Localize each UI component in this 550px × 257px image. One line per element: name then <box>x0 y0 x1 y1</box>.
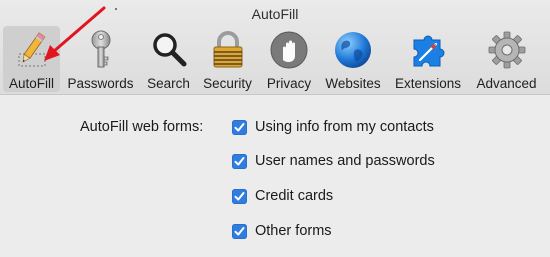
tab-websites[interactable]: Websites <box>320 26 386 92</box>
checkbox-credit-cards-row[interactable]: Credit cards <box>232 188 333 204</box>
checkbox-label: Other forms <box>255 223 332 239</box>
checkbox-usernames[interactable] <box>232 153 247 169</box>
puzzle-piece-icon <box>413 35 445 67</box>
tab-label: AutoFill <box>8 76 54 91</box>
tab-label: Passwords <box>67 76 134 91</box>
tab-security[interactable]: Security <box>198 26 257 92</box>
tab-label: Privacy <box>266 76 312 91</box>
gear-icon <box>488 31 525 69</box>
tab-label: Extensions <box>394 76 462 91</box>
checkbox-usernames-row[interactable]: User names and passwords <box>232 153 435 169</box>
checkmark-icon <box>234 156 245 165</box>
checkbox-label: User names and passwords <box>255 153 435 169</box>
tab-label: Advanced <box>476 76 537 91</box>
padlock-icon <box>213 31 242 68</box>
tab-search[interactable]: Search <box>141 26 196 92</box>
key-icon <box>91 30 110 68</box>
checkbox-label: Using info from my contacts <box>255 119 434 135</box>
checkbox-other-forms-row[interactable]: Other forms <box>232 223 332 239</box>
tab-label: Search <box>147 76 190 91</box>
checkbox-contacts[interactable] <box>232 119 247 135</box>
tab-passwords[interactable]: Passwords <box>62 26 139 92</box>
tab-privacy[interactable]: Privacy <box>259 26 319 92</box>
window-title: AutoFill <box>251 6 299 22</box>
checkmark-icon <box>234 122 245 131</box>
magnifier-icon <box>152 33 186 67</box>
checkbox-credit-cards[interactable] <box>232 188 247 204</box>
autofill-web-forms-label: AutoFill web forms: <box>80 119 204 135</box>
tab-autofill[interactable]: AutoFill <box>3 26 60 92</box>
tab-advanced[interactable]: Advanced <box>469 26 544 92</box>
tab-label: Security <box>203 76 252 91</box>
hand-icon <box>270 31 308 69</box>
checkbox-other-forms[interactable] <box>232 223 247 239</box>
pencil-form-icon <box>18 32 45 67</box>
tab-extensions[interactable]: Extensions <box>389 26 467 92</box>
globe-icon <box>335 32 371 68</box>
checkmark-icon <box>234 191 245 200</box>
checkbox-label: Credit cards <box>255 188 334 204</box>
checkbox-contacts-row[interactable]: Using info from my contacts <box>232 119 434 135</box>
autofill-pane: AutoFill web forms: Using info from my c… <box>0 95 550 257</box>
stray-dot <box>115 8 117 10</box>
toolbar: AutoFill AutoFill Passwords Search Secur… <box>0 0 550 95</box>
checkmark-icon <box>234 226 245 235</box>
tab-label: Websites <box>325 76 381 91</box>
